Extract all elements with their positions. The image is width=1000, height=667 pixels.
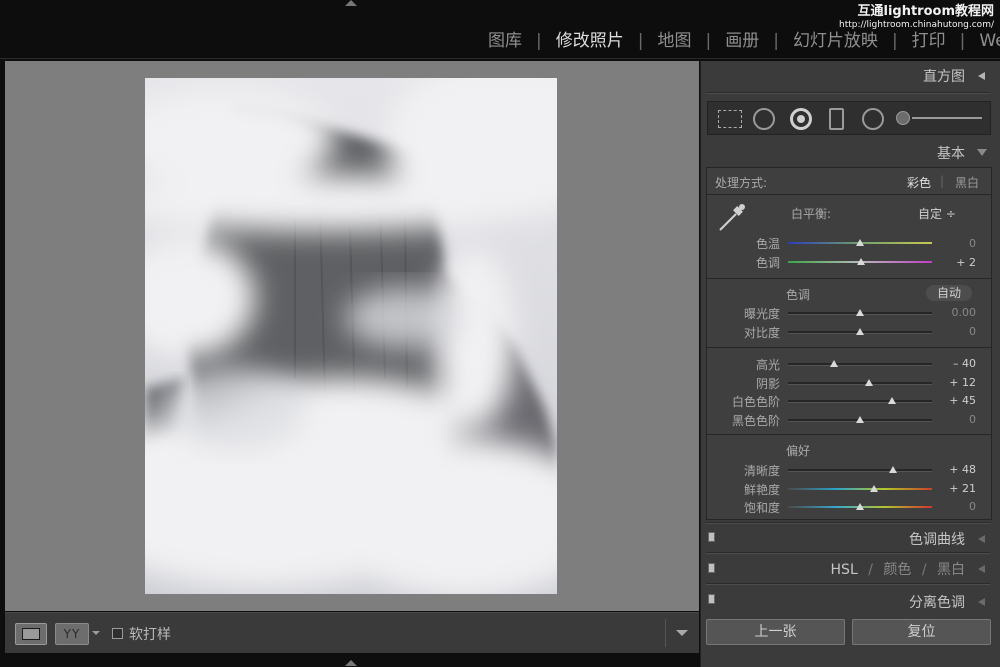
tint-slider-thumb[interactable]	[857, 258, 866, 265]
module-slideshow[interactable]: 幻灯片放映	[793, 26, 878, 51]
top-panel-toggle[interactable]	[345, 0, 357, 6]
module-picker: 图库|修改照片|地图|画册|幻灯片放映|打印|Web	[488, 26, 1000, 52]
treatment-color[interactable]: 彩色	[907, 174, 931, 191]
contrast-slider-thumb[interactable]	[856, 328, 864, 335]
reset-button[interactable]: 复位	[852, 619, 991, 645]
before-after-button[interactable]: YY	[55, 623, 89, 645]
treatment-row: 处理方式: 彩色 | 黑白	[706, 167, 992, 195]
whites-slider[interactable]	[788, 400, 932, 403]
tint-label: 色调	[755, 256, 780, 270]
vibrance-slider[interactable]	[788, 488, 932, 490]
treatment-label: 处理方式:	[715, 176, 768, 190]
clarity-value[interactable]: + 48	[936, 463, 976, 476]
clarity-slider-thumb[interactable]	[889, 466, 898, 473]
module-bar: 互通lightroom教程网 http://lightroom.chinahut…	[0, 0, 1000, 59]
red-eye-icon[interactable]	[790, 108, 812, 130]
saturation-slider-thumb[interactable]	[856, 503, 864, 510]
panel-header-split-toning[interactable]: 分离色调	[704, 592, 991, 612]
vibrance-slider-thumb[interactable]	[870, 485, 879, 492]
histogram-title: 直方图	[923, 69, 965, 85]
panel-header-hsl[interactable]: HSL / 颜色 / 黑白	[704, 559, 991, 579]
split-toning-title: 分离色调	[909, 595, 965, 611]
shadows-slider[interactable]	[788, 382, 932, 385]
tone-label: 色调	[786, 288, 811, 302]
tone-curve-title: 色调曲线	[909, 532, 965, 548]
watermark-title: 互通lightroom教程网	[857, 4, 994, 19]
exposure-label: 曝光度	[743, 307, 780, 321]
contrast-value[interactable]: 0	[936, 325, 976, 338]
collapse-icon	[978, 535, 985, 543]
basic-title: 基本	[937, 146, 965, 162]
shadows-value[interactable]: + 12	[936, 376, 976, 389]
bottom-panel-toggle[interactable]	[345, 660, 357, 666]
vibrance-label: 鲜艳度	[743, 483, 780, 497]
auto-tone-button[interactable]: 自动	[926, 285, 972, 301]
module-web[interactable]: Web	[979, 31, 1000, 51]
panel-header-tone-curve[interactable]: 色调曲线	[704, 529, 991, 549]
canvas-toolbar: YY 软打样	[5, 612, 699, 653]
crop-overlay-icon[interactable]	[718, 110, 742, 128]
spot-removal-icon[interactable]	[753, 108, 775, 130]
module-develop[interactable]: 修改照片	[556, 26, 624, 51]
white-balance-picker-icon[interactable]	[716, 202, 748, 234]
collapse-icon	[978, 72, 985, 80]
temp-label: 色温	[755, 237, 780, 251]
bw-tab[interactable]: 黑白	[937, 562, 965, 578]
clarity-slider[interactable]	[788, 469, 932, 472]
highlights-slider-thumb[interactable]	[830, 360, 839, 367]
soft-proof-label: 软打样	[129, 627, 171, 643]
toolbar-options-dropdown-icon[interactable]	[676, 630, 688, 636]
highlights-value[interactable]: – 40	[936, 357, 976, 370]
whites-label: 白色色阶	[731, 395, 780, 409]
whites-value[interactable]: + 45	[936, 394, 976, 407]
before-after-dropdown-icon[interactable]	[92, 631, 100, 635]
temp-slider-thumb[interactable]	[856, 239, 864, 246]
contrast-label: 对比度	[743, 326, 780, 340]
radial-filter-icon[interactable]	[862, 108, 884, 130]
module-book[interactable]: 画册	[725, 26, 759, 51]
adjustment-brush-icon[interactable]	[896, 111, 910, 125]
clarity-label: 清晰度	[743, 464, 780, 478]
photo-preview[interactable]	[145, 78, 557, 594]
highlights-label: 高光	[755, 358, 780, 372]
loupe-view-button[interactable]	[15, 623, 47, 645]
soft-proof-checkbox[interactable]	[112, 628, 123, 639]
shadows-label: 阴影	[755, 377, 780, 391]
expand-icon	[977, 149, 987, 156]
color-tab[interactable]: 颜色	[883, 562, 911, 578]
exposure-value[interactable]: 0.00	[936, 306, 977, 319]
white-balance-select[interactable]: 自定 ÷	[918, 205, 956, 222]
shadows-slider-thumb[interactable]	[864, 379, 873, 386]
presence-label: 偏好	[786, 444, 811, 458]
collapse-icon	[978, 598, 985, 606]
blacks-value[interactable]: 0	[936, 413, 976, 426]
whites-slider-thumb[interactable]	[887, 397, 896, 404]
saturation-value[interactable]: 0	[936, 500, 976, 513]
exposure-slider-thumb[interactable]	[856, 309, 864, 316]
highlights-slider[interactable]	[788, 363, 932, 366]
module-print[interactable]: 打印	[912, 26, 946, 51]
previous-button[interactable]: 上一张	[706, 619, 845, 645]
panel-header-basic[interactable]: 基本	[704, 143, 991, 163]
temp-value[interactable]: 0	[936, 237, 976, 250]
module-map[interactable]: 地图	[657, 26, 691, 51]
panel-header-histogram[interactable]: 直方图	[704, 66, 991, 86]
blacks-slider-thumb[interactable]	[856, 416, 864, 423]
saturation-label: 饱和度	[743, 501, 780, 515]
white-balance-label: 白平衡:	[791, 207, 832, 221]
vibrance-value[interactable]: + 21	[936, 482, 976, 495]
treatment-bw[interactable]: 黑白	[955, 174, 979, 191]
module-library[interactable]: 图库	[488, 26, 522, 51]
tool-strip	[707, 101, 991, 135]
tint-value[interactable]: + 2	[936, 256, 976, 269]
graduated-filter-icon[interactable]	[829, 108, 844, 130]
collapse-icon	[978, 565, 985, 573]
blacks-label: 黑色色阶	[731, 414, 780, 428]
hsl-tab[interactable]: HSL	[831, 562, 858, 578]
